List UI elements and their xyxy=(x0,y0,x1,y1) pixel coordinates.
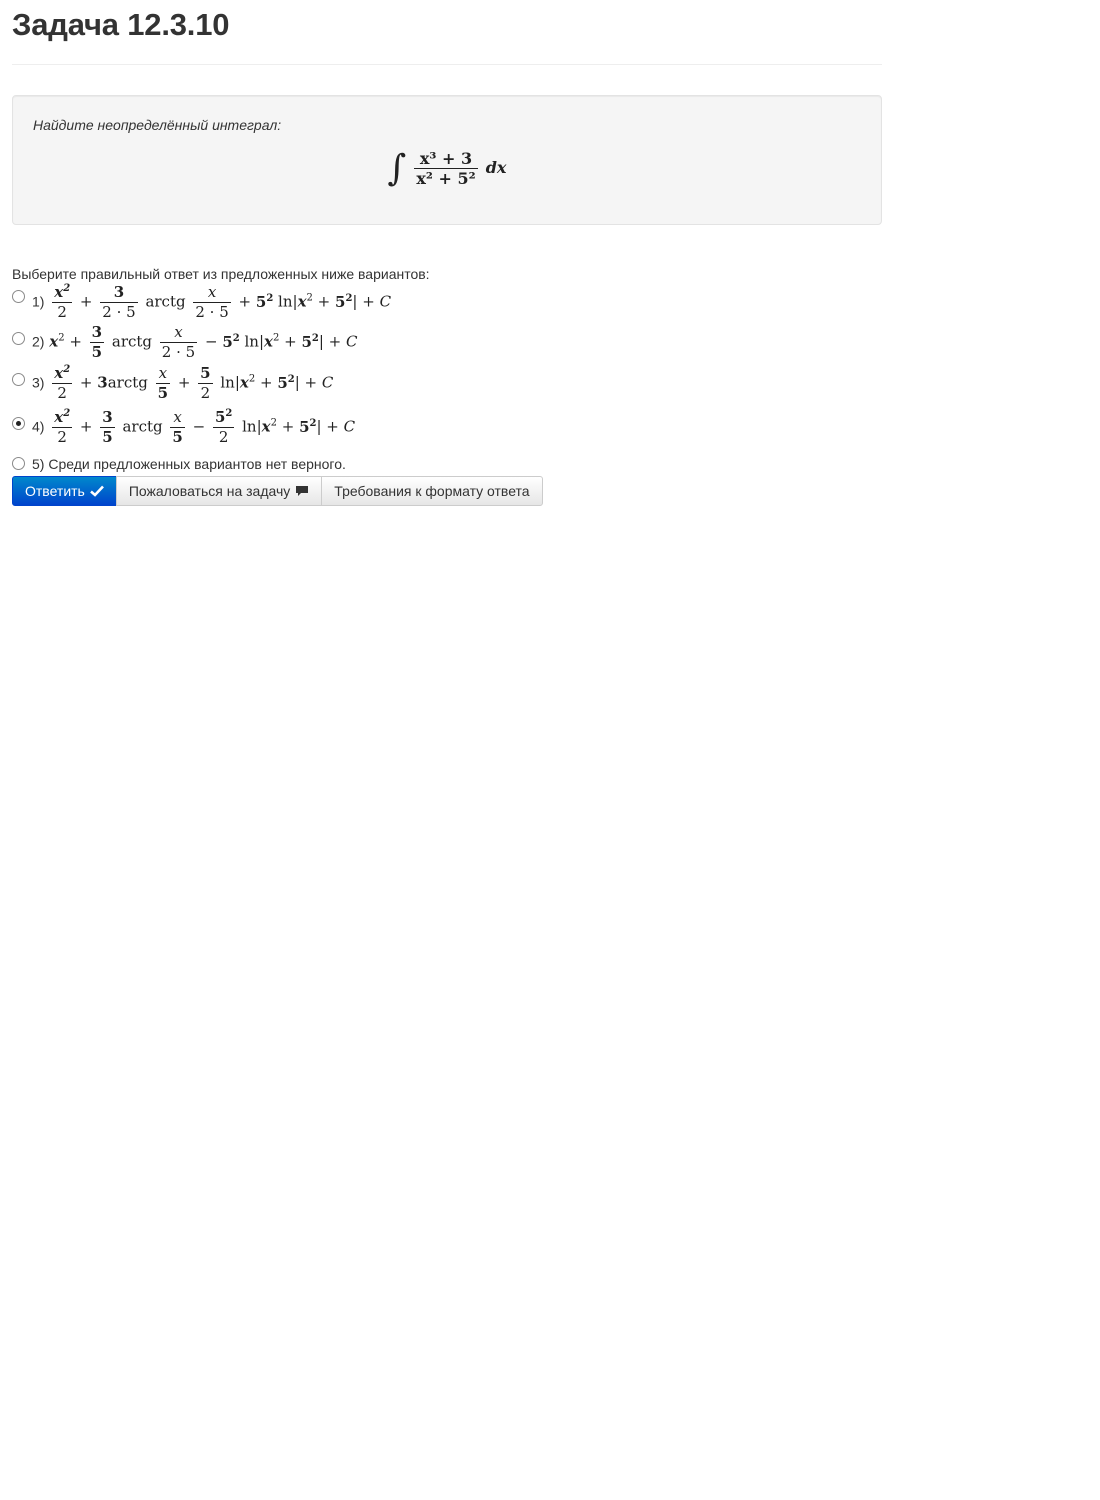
task-page: Задача 12.3.10 Найдите неопределённый ин… xyxy=(12,0,882,506)
answer-button[interactable]: Ответить xyxy=(12,476,117,506)
integrand-denominator: x² + 5² xyxy=(416,169,476,188)
action-buttons: Ответить Пожаловаться на задачу Требован… xyxy=(12,476,882,506)
option-5-radio[interactable] xyxy=(12,457,25,470)
format-requirements-label: Требования к формату ответа xyxy=(334,483,530,499)
answer-prompt: Выберите правильный ответ из предложенны… xyxy=(12,266,430,282)
option-2-label: 2) xyxy=(32,333,45,350)
option-2-radio[interactable] xyxy=(12,332,25,345)
divider xyxy=(12,64,882,65)
integral-formula: ∫ x³ + 3 x² + 5² dx xyxy=(13,148,881,189)
check-icon xyxy=(89,485,104,497)
option-3[interactable]: 3) x2 2 + 3arctg x5 + 52 ln|x2 + 52| + C xyxy=(12,364,882,412)
differential: dx xyxy=(485,158,507,177)
option-5-text-wrap: 5) Среди предложенных вариантов нет верн… xyxy=(32,456,346,472)
option-4-radio[interactable] xyxy=(12,417,25,430)
option-5[interactable]: 5) Среди предложенных вариантов нет верн… xyxy=(12,456,882,472)
option-3-label: 3) xyxy=(32,374,45,391)
option-4-formula: 4) x2 2 + 35 arctg x5 − 52 2 ln|x2 + 52| +… xyxy=(32,408,356,446)
comment-icon xyxy=(296,486,309,496)
task-statement: Найдите неопределённый интеграл: ∫ x³ + … xyxy=(12,95,882,225)
option-5-label: 5) xyxy=(32,456,45,472)
integral-sign: ∫ xyxy=(387,148,407,189)
task-text: Найдите неопределённый интеграл: xyxy=(33,117,282,133)
integrand-fraction: x³ + 3 x² + 5² xyxy=(414,150,478,188)
option-3-radio[interactable] xyxy=(12,373,25,386)
option-1-radio[interactable] xyxy=(12,290,25,303)
option-1[interactable]: 1) x2 2 + 32 · 5 arctg x2 · 5 + 52 ln|x2 … xyxy=(12,282,882,328)
answer-button-label: Ответить xyxy=(25,483,85,499)
complain-button-label: Пожаловаться на задачу xyxy=(128,483,291,499)
option-1-label: 1) xyxy=(32,293,45,310)
option-2-formula: 2) x2 + 35 arctg x2 · 5 − 52 ln|x2 + 52|… xyxy=(32,323,358,361)
page-title: Задача 12.3.10 xyxy=(12,7,230,42)
option-4[interactable]: 4) x2 2 + 35 arctg x5 − 52 2 ln|x2 + 52| +… xyxy=(12,408,882,456)
option-1-formula: 1) x2 2 + 32 · 5 arctg x2 · 5 + 52 ln|x2 … xyxy=(32,283,392,321)
option-5-text: Среди предложенных вариантов нет верного… xyxy=(48,456,346,472)
integrand-numerator: x³ + 3 xyxy=(414,150,478,169)
option-4-label: 4) xyxy=(32,418,45,435)
complain-button[interactable]: Пожаловаться на задачу xyxy=(115,476,323,506)
format-requirements-button[interactable]: Требования к формату ответа xyxy=(321,476,543,506)
option-2[interactable]: 2) x2 + 35 arctg x2 · 5 − 52 ln|x2 + 52|… xyxy=(12,324,882,368)
option-3-formula: 3) x2 2 + 3arctg x5 + 52 ln|x2 + 52| + C xyxy=(32,364,334,402)
